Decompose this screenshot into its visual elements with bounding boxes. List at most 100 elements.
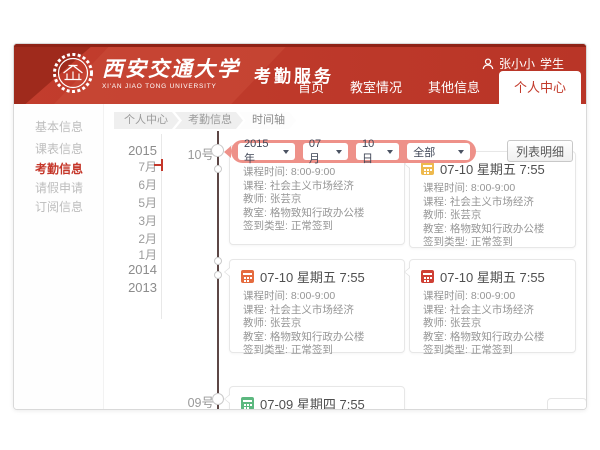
timeline-year-2015[interactable]: 2015 — [97, 143, 157, 158]
card-field: 课程时间8:00-9:00 — [241, 290, 393, 304]
chevron-down-icon — [283, 150, 289, 154]
field-value: 社会主义市场经济 — [270, 180, 354, 192]
day-select[interactable]: 10日 — [356, 143, 399, 160]
content-area: 基本信息 课表信息 考勤信息 请假申请 订阅信息 个人中心 考勤信息 时间轴 2… — [14, 104, 586, 409]
type-select[interactable]: 全部 — [407, 143, 470, 160]
day-select-value: 10日 — [362, 138, 382, 166]
user-menu[interactable]: 张小小 学生 — [482, 55, 564, 72]
breadcrumb-personal-center[interactable]: 个人中心 — [114, 112, 179, 129]
timeline-month-3[interactable]: 3月 — [97, 212, 157, 229]
month-select-value: 07月 — [309, 138, 331, 166]
card-field: 签到类型正常签到 — [421, 344, 564, 358]
nav-classrooms[interactable]: 教室情况 — [337, 71, 415, 104]
card-field: 教室格物致知行政办公楼 — [241, 207, 393, 221]
sidebar-item-leave-request[interactable]: 请假申请 — [14, 179, 104, 196]
timeline-month-1[interactable]: 1月 — [97, 246, 157, 263]
field-value: 8:00-9:00 — [471, 182, 515, 194]
card-field: 课程时间8:00-9:00 — [421, 290, 564, 304]
field-value: 张芸京 — [450, 317, 482, 329]
day-marker-10: 10号 — [176, 144, 214, 163]
field-label: 签到类型 — [423, 344, 471, 356]
university-name-en: XI'AN JIAO TONG UNIVERSITY — [102, 83, 240, 90]
field-label: 课程 — [423, 304, 450, 316]
sidebar-item-attendance-info[interactable]: 考勤信息 — [14, 160, 104, 177]
field-value: 格物致知行政办公楼 — [270, 207, 365, 219]
header-top-strip — [14, 44, 586, 47]
field-label: 教师 — [423, 209, 450, 221]
sidebar-item-basic-info[interactable]: 基本信息 — [14, 118, 104, 135]
year-select-value: 2015年 — [244, 138, 278, 166]
field-label: 课程时间 — [423, 290, 471, 302]
month-select[interactable]: 07月 — [303, 143, 348, 160]
field-value: 张芸京 — [270, 193, 302, 205]
breadcrumb-timeline[interactable]: 时间轴 — [239, 112, 296, 129]
field-label: 课程 — [243, 304, 270, 316]
field-value: 8:00-9:00 — [291, 166, 335, 178]
field-value: 8:00-9:00 — [291, 290, 335, 302]
field-value: 正常签到 — [471, 344, 513, 356]
field-label: 签到类型 — [423, 236, 471, 248]
app-header: 西安交通大学 XI'AN JIAO TONG UNIVERSITY 考勤服务 张… — [14, 44, 586, 104]
field-value: 社会主义市场经济 — [450, 196, 534, 208]
card-date-title: 07-10 星期五 7:55 — [440, 267, 545, 286]
user-name: 张小小 — [499, 55, 535, 72]
timeline-month-2[interactable]: 2月 — [97, 230, 157, 247]
sidebar-item-subscription-info[interactable]: 订阅信息 — [14, 198, 104, 215]
field-value: 正常签到 — [291, 344, 333, 356]
calendar-orange-icon — [241, 270, 254, 283]
card-field: 课程时间8:00-9:00 — [421, 182, 564, 196]
card-field: 教室格物致知行政办公楼 — [421, 331, 564, 345]
field-value: 格物致知行政办公楼 — [450, 331, 545, 343]
attendance-card: 07-10 星期五 7:55 课程时间8:00-9:00 课程社会主义市场经济 … — [409, 151, 576, 248]
nav-personal-center[interactable]: 个人中心 — [499, 71, 581, 104]
user-role: 学生 — [540, 55, 564, 72]
chevron-down-icon — [458, 150, 464, 154]
sidebar: 基本信息 课表信息 考勤信息 请假申请 订阅信息 — [14, 104, 104, 409]
card-field: 教室格物致知行政办公楼 — [421, 223, 564, 237]
attendance-card: 07-10 星期五 7:55 课程时间8:00-9:00 课程社会主义市场经济 … — [409, 259, 576, 353]
list-detail-button[interactable]: 列表明细 — [507, 140, 573, 162]
card-field: 课程时间8:00-9:00 — [241, 166, 393, 180]
card-date-title: 07-09 星期四 7:55 — [260, 394, 365, 409]
field-label: 课程时间 — [243, 166, 291, 178]
partial-card — [547, 398, 586, 409]
sidebar-item-schedule-info[interactable]: 课表信息 — [14, 140, 104, 157]
year-select[interactable]: 2015年 — [238, 143, 295, 160]
nav-home[interactable]: 首页 — [285, 71, 337, 104]
timeline-year-2014[interactable]: 2014 — [97, 262, 157, 277]
breadcrumb-attendance-info[interactable]: 考勤信息 — [175, 112, 243, 129]
filter-bar: 2015年 07月 10日 全部 — [231, 140, 476, 163]
field-value: 社会主义市场经济 — [270, 304, 354, 316]
breadcrumb: 个人中心 考勤信息 时间轴 — [114, 112, 296, 129]
app-window: 西安交通大学 XI'AN JIAO TONG UNIVERSITY 考勤服务 张… — [13, 43, 587, 410]
field-label: 教师 — [243, 193, 270, 205]
card-field: 签到类型正常签到 — [241, 220, 393, 234]
field-label: 教室 — [243, 331, 270, 343]
field-value: 张芸京 — [450, 209, 482, 221]
timeline-node-small — [214, 165, 222, 173]
field-value: 格物致知行政办公楼 — [450, 223, 545, 235]
day-marker-09: 09号 — [176, 392, 214, 409]
field-label: 教师 — [423, 317, 450, 329]
card-field: 教师张芸京 — [421, 317, 564, 331]
type-select-value: 全部 — [413, 144, 435, 160]
timeline-month-7[interactable]: 7月 — [97, 158, 157, 175]
field-label: 教师 — [243, 317, 270, 329]
chevron-down-icon — [387, 150, 393, 154]
timeline-year-2013[interactable]: 2013 — [97, 280, 157, 295]
timeline-month-5[interactable]: 5月 — [97, 194, 157, 211]
field-label: 签到类型 — [243, 220, 291, 232]
nav-other-info[interactable]: 其他信息 — [415, 71, 493, 104]
calendar-green-icon — [241, 397, 254, 409]
attendance-card: 07-10 星期五 7:55 课程时间8:00-9:00 课程社会主义市场经济 … — [229, 259, 405, 353]
field-value: 社会主义市场经济 — [450, 304, 534, 316]
card-field: 课程社会主义市场经济 — [421, 196, 564, 210]
university-seal-icon — [52, 52, 94, 94]
timeline-node-large — [212, 393, 224, 405]
timeline-month-6[interactable]: 6月 — [97, 176, 157, 193]
card-field: 签到类型正常签到 — [421, 236, 564, 250]
brand-text: 西安交通大学 XI'AN JIAO TONG UNIVERSITY — [102, 57, 240, 90]
timeline-node-large — [211, 144, 224, 157]
field-label: 课程 — [423, 196, 450, 208]
card-field: 教室格物致知行政办公楼 — [241, 331, 393, 345]
